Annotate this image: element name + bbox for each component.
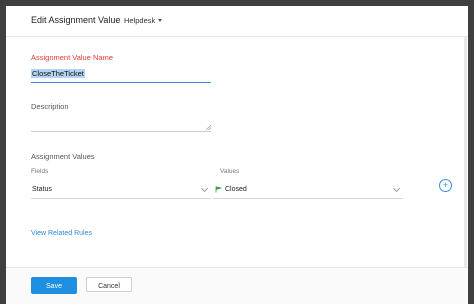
chevron-down-icon[interactable] — [392, 184, 401, 193]
value-select[interactable]: Closed — [213, 183, 403, 199]
dialog-title: Edit Assignment Value — [31, 15, 121, 25]
dialog-header: Edit Assignment Value Helpdesk — [6, 6, 468, 37]
description-label: Description — [31, 102, 69, 111]
resize-handle-icon[interactable] — [206, 125, 211, 130]
field-select-value: Status — [32, 186, 52, 193]
field-select[interactable]: Status — [31, 183, 211, 199]
value-select-value: Closed — [225, 186, 247, 193]
edit-assignment-dialog: Edit Assignment Value Helpdesk Assignmen… — [6, 6, 468, 304]
module-dropdown[interactable]: Helpdesk — [124, 16, 155, 25]
dialog-footer: Save Cancel — [6, 267, 468, 304]
view-related-rules-link[interactable]: View Related Rules — [31, 230, 92, 237]
cancel-button[interactable]: Cancel — [86, 277, 132, 292]
assignment-name-input[interactable]: CloseTheTicket — [31, 68, 211, 83]
scrollbar[interactable] — [464, 37, 467, 272]
plus-circle-icon[interactable]: + — [439, 179, 452, 192]
chevron-down-icon[interactable] — [158, 19, 162, 22]
assignment-name-value[interactable]: CloseTheTicket — [31, 69, 85, 78]
assignment-values-title: Assignment Values — [31, 152, 95, 161]
chevron-down-icon[interactable] — [200, 184, 209, 193]
description-textarea[interactable] — [31, 116, 211, 132]
fields-header: Fields — [31, 168, 49, 175]
name-label: Assignment Value Name — [31, 53, 113, 62]
save-button[interactable]: Save — [31, 277, 77, 294]
values-header: Values — [220, 168, 240, 175]
flag-icon — [215, 186, 222, 193]
